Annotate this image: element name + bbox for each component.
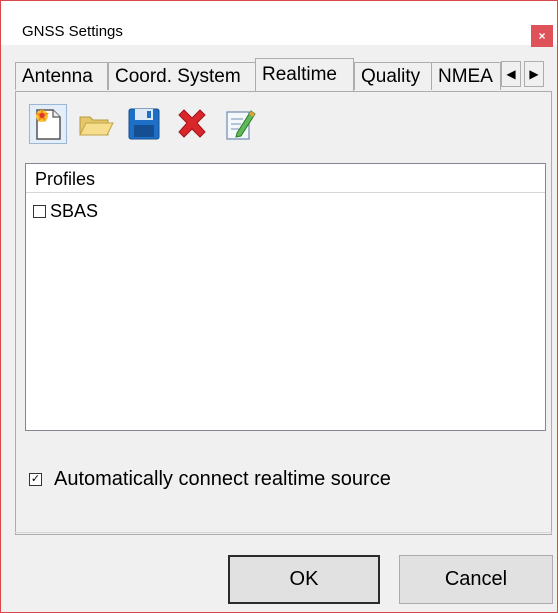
profiles-column-header[interactable]: Profiles bbox=[26, 164, 545, 193]
edit-icon bbox=[226, 110, 256, 140]
profiles-list[interactable]: Profiles SBAS bbox=[25, 163, 546, 431]
tab-label: Antenna bbox=[22, 66, 93, 87]
tab-scroll-right-button[interactable]: ▶ bbox=[524, 61, 544, 87]
close-icon: × bbox=[538, 29, 546, 43]
profiles-header-label: Profiles bbox=[35, 169, 96, 189]
tab-label: Coord. System bbox=[115, 66, 241, 87]
ok-button[interactable]: OK bbox=[228, 555, 380, 604]
tab-label: Quality bbox=[361, 66, 421, 87]
tab-nmea[interactable]: NMEA bbox=[431, 62, 501, 90]
auto-connect-row: ✓ Automatically connect realtime source bbox=[29, 468, 391, 491]
new-profile-button[interactable] bbox=[29, 104, 67, 144]
cancel-button-label: Cancel bbox=[444, 568, 508, 590]
save-profile-button[interactable] bbox=[125, 104, 163, 144]
cancel-button[interactable]: Cancel bbox=[399, 555, 553, 604]
ok-button-label: OK bbox=[289, 568, 319, 590]
tab-label: Realtime bbox=[262, 64, 337, 85]
dialog-title: GNSS Settings bbox=[22, 23, 123, 40]
delete-profile-button[interactable] bbox=[173, 104, 211, 144]
tab-antenna[interactable]: Antenna bbox=[15, 62, 108, 90]
tab-label: NMEA bbox=[438, 66, 493, 87]
tab-strip: Antenna Coord. System Realtime Quality N… bbox=[15, 58, 556, 91]
chevron-left-icon: ◀ bbox=[506, 67, 516, 81]
list-item[interactable]: SBAS bbox=[33, 200, 98, 222]
profile-label: SBAS bbox=[50, 200, 99, 221]
checkmark-icon: ✓ bbox=[30, 473, 41, 485]
new-profile-icon bbox=[35, 108, 61, 140]
chevron-right-icon: ▶ bbox=[529, 67, 539, 81]
title-bar[interactable]: GNSS Settings bbox=[1, 1, 557, 45]
save-icon bbox=[128, 108, 160, 140]
delete-icon bbox=[178, 109, 206, 138]
open-folder-icon bbox=[79, 116, 114, 136]
profile-checkbox[interactable] bbox=[33, 204, 46, 218]
tab-coord-system[interactable]: Coord. System bbox=[108, 62, 256, 90]
open-profile-button[interactable] bbox=[77, 104, 115, 144]
edit-profile-button[interactable] bbox=[221, 104, 259, 144]
tab-quality[interactable]: Quality bbox=[354, 62, 432, 90]
auto-connect-label: Automatically connect realtime source bbox=[54, 468, 391, 490]
tab-scroll-left-button[interactable]: ◀ bbox=[501, 61, 521, 87]
auto-connect-checkbox[interactable]: ✓ bbox=[29, 473, 42, 486]
close-button[interactable]: × bbox=[531, 25, 553, 47]
divider bbox=[15, 532, 552, 533]
tab-realtime[interactable]: Realtime bbox=[255, 58, 354, 91]
